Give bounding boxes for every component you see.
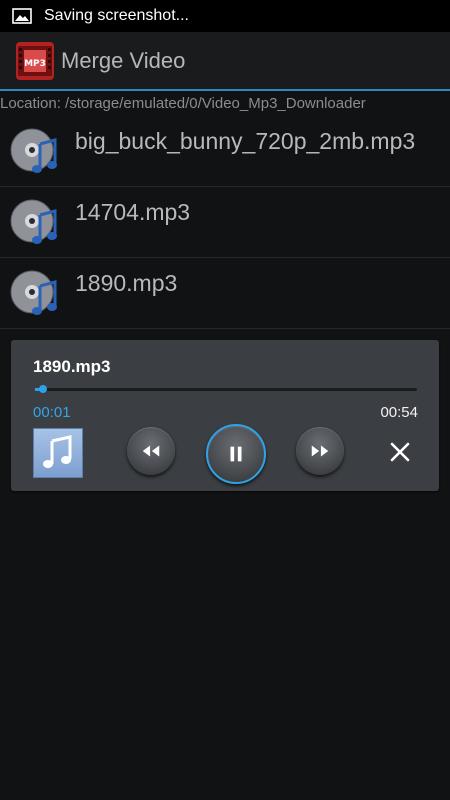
- rewind-icon: [142, 445, 160, 457]
- audio-disc-icon: [10, 199, 57, 244]
- action-bar: MP3 Merge Video: [0, 32, 450, 89]
- app-logo-icon[interactable]: MP3: [15, 41, 55, 81]
- fast-forward-button[interactable]: [296, 427, 344, 475]
- file-list: big_buck_bunny_720p_2mb.mp3 14704.mp3 18…: [0, 116, 450, 329]
- app-title: Merge Video: [61, 47, 186, 73]
- track-title: 1890.mp3: [33, 357, 111, 376]
- total-time: 00:54: [380, 404, 418, 421]
- pause-icon: [230, 446, 242, 462]
- image-icon: [12, 8, 32, 24]
- audio-disc-icon: [10, 128, 57, 173]
- file-name: big_buck_bunny_720p_2mb.mp3: [75, 128, 416, 154]
- fast-forward-icon: [311, 445, 329, 457]
- status-text: Saving screenshot...: [44, 7, 189, 24]
- file-name: 1890.mp3: [75, 270, 178, 296]
- seek-thumb[interactable]: [38, 385, 47, 393]
- file-row[interactable]: 1890.mp3: [0, 258, 450, 329]
- album-art: [33, 428, 83, 478]
- file-name: 14704.mp3: [75, 199, 191, 225]
- action-bar-divider: [0, 89, 450, 91]
- file-row[interactable]: 14704.mp3: [0, 187, 450, 258]
- music-note-icon: [43, 435, 72, 468]
- app-logo-label: MP3: [24, 59, 46, 69]
- rewind-button[interactable]: [127, 427, 175, 475]
- pause-button[interactable]: [206, 424, 266, 484]
- elapsed-time: 00:01: [33, 404, 71, 421]
- close-icon[interactable]: [387, 439, 413, 465]
- audio-disc-icon: [10, 270, 57, 315]
- status-bar: Saving screenshot...: [0, 0, 450, 32]
- file-row[interactable]: big_buck_bunny_720p_2mb.mp3: [0, 116, 450, 187]
- seek-bar[interactable]: [35, 385, 417, 393]
- media-player: 1890.mp3 00:01 00:54: [11, 340, 439, 491]
- location-path: Location: /storage/emulated/0/Video_Mp3_…: [0, 95, 366, 112]
